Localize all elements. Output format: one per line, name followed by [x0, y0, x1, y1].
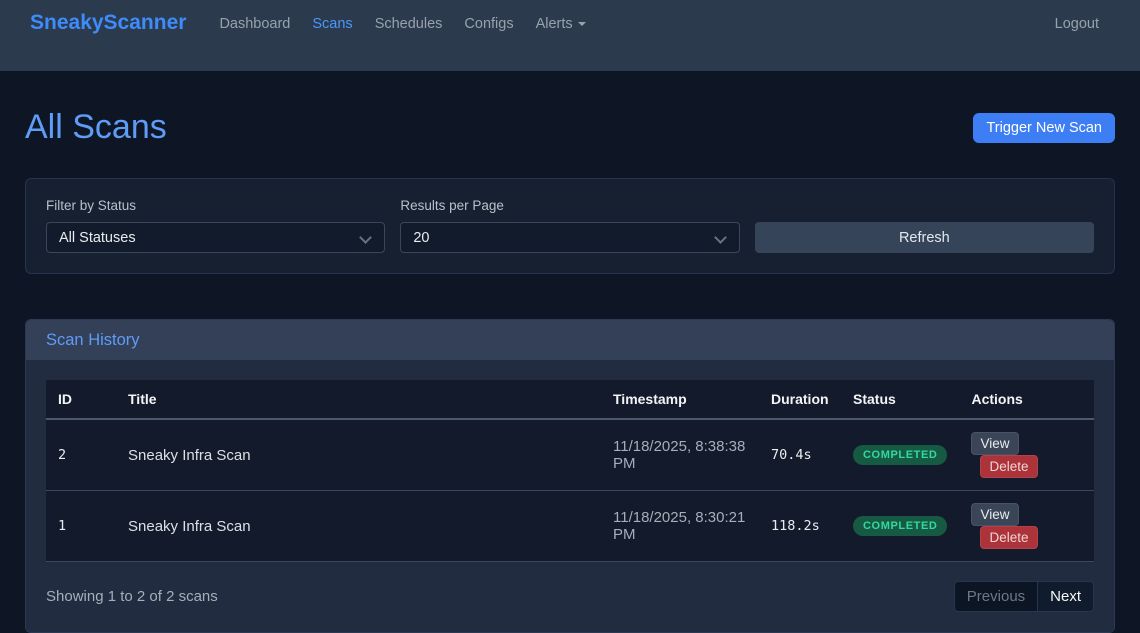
scan-history-card: Scan History ID Title Timestamp Duration… — [25, 319, 1115, 633]
table-footer: Showing 1 to 2 of 2 scans Previous Next — [46, 581, 1094, 612]
column-header-title: Title — [116, 380, 601, 419]
view-button[interactable]: View — [971, 432, 1018, 455]
table-row: 1 Sneaky Infra Scan 11/18/2025, 8:30:21 … — [46, 491, 1094, 562]
nav-right: Logout — [1044, 14, 1110, 34]
nav-item-alerts-label: Alerts — [536, 16, 573, 32]
column-header-actions: Actions — [959, 380, 1094, 419]
status-filter-label: Filter by Status — [46, 198, 385, 213]
pagination-previous-button[interactable]: Previous — [954, 581, 1038, 612]
scan-title: Sneaky Infra Scan — [116, 491, 601, 562]
scan-history-header: Scan History — [26, 320, 1114, 360]
nav-item-configs[interactable]: Configs — [456, 14, 521, 34]
nav-item-scans[interactable]: Scans — [304, 14, 360, 34]
trigger-new-scan-button[interactable]: Trigger New Scan — [973, 113, 1115, 143]
filter-panel: Filter by Status All Statuses Results pe… — [25, 178, 1115, 274]
per-page-value: 20 — [413, 230, 429, 246]
scan-duration: 118.2s — [759, 491, 841, 562]
scan-history-body: ID Title Timestamp Duration Status Actio… — [26, 360, 1114, 632]
main-container: All Scans Trigger New Scan Filter by Sta… — [25, 108, 1115, 633]
scans-table: ID Title Timestamp Duration Status Actio… — [46, 380, 1094, 562]
table-header-row: ID Title Timestamp Duration Status Actio… — [46, 380, 1094, 419]
page-header: All Scans Trigger New Scan — [25, 108, 1115, 147]
status-filter-value: All Statuses — [59, 230, 136, 246]
pagination: Previous Next — [954, 581, 1094, 612]
per-page-select[interactable]: 20 — [400, 222, 739, 253]
status-badge: COMPLETED — [853, 516, 947, 536]
navbar: SneakyScanner Dashboard Scans Schedules … — [0, 0, 1140, 71]
nav-item-dashboard[interactable]: Dashboard — [211, 14, 298, 34]
per-page-group: Results per Page 20 — [400, 198, 739, 253]
scan-status-cell: COMPLETED — [841, 491, 959, 562]
nav-item-schedules[interactable]: Schedules — [367, 14, 451, 34]
scan-status-cell: COMPLETED — [841, 419, 959, 491]
chevron-down-icon — [578, 22, 586, 26]
status-filter-select[interactable]: All Statuses — [46, 222, 385, 253]
scan-id: 2 — [46, 419, 116, 491]
view-button[interactable]: View — [971, 503, 1018, 526]
delete-button[interactable]: Delete — [980, 455, 1037, 478]
per-page-label: Results per Page — [400, 198, 739, 213]
scan-title: Sneaky Infra Scan — [116, 419, 601, 491]
page-title: All Scans — [25, 108, 167, 147]
status-filter-group: Filter by Status All Statuses — [46, 198, 385, 253]
column-header-id: ID — [46, 380, 116, 419]
app-brand[interactable]: SneakyScanner — [30, 12, 186, 34]
pagination-next-button[interactable]: Next — [1038, 581, 1094, 612]
scan-history-title: Scan History — [46, 331, 140, 350]
results-summary: Showing 1 to 2 of 2 scans — [46, 588, 218, 605]
nav-item-alerts[interactable]: Alerts — [528, 14, 594, 34]
refresh-button[interactable]: Refresh — [755, 222, 1094, 253]
column-header-status: Status — [841, 380, 959, 419]
scan-id: 1 — [46, 491, 116, 562]
scan-timestamp: 11/18/2025, 8:30:21 PM — [601, 491, 759, 562]
refresh-group: Refresh — [755, 198, 1094, 253]
nav-links: Dashboard Scans Schedules Configs Alerts — [208, 14, 596, 34]
scan-timestamp: 11/18/2025, 8:38:38 PM — [601, 419, 759, 491]
column-header-duration: Duration — [759, 380, 841, 419]
column-header-timestamp: Timestamp — [601, 380, 759, 419]
scan-actions-cell: View Delete — [959, 491, 1094, 562]
table-row: 2 Sneaky Infra Scan 11/18/2025, 8:38:38 … — [46, 419, 1094, 491]
scan-duration: 70.4s — [759, 419, 841, 491]
scan-actions-cell: View Delete — [959, 419, 1094, 491]
logout-link[interactable]: Logout — [1047, 16, 1107, 32]
delete-button[interactable]: Delete — [980, 526, 1037, 549]
status-badge: COMPLETED — [853, 445, 947, 465]
